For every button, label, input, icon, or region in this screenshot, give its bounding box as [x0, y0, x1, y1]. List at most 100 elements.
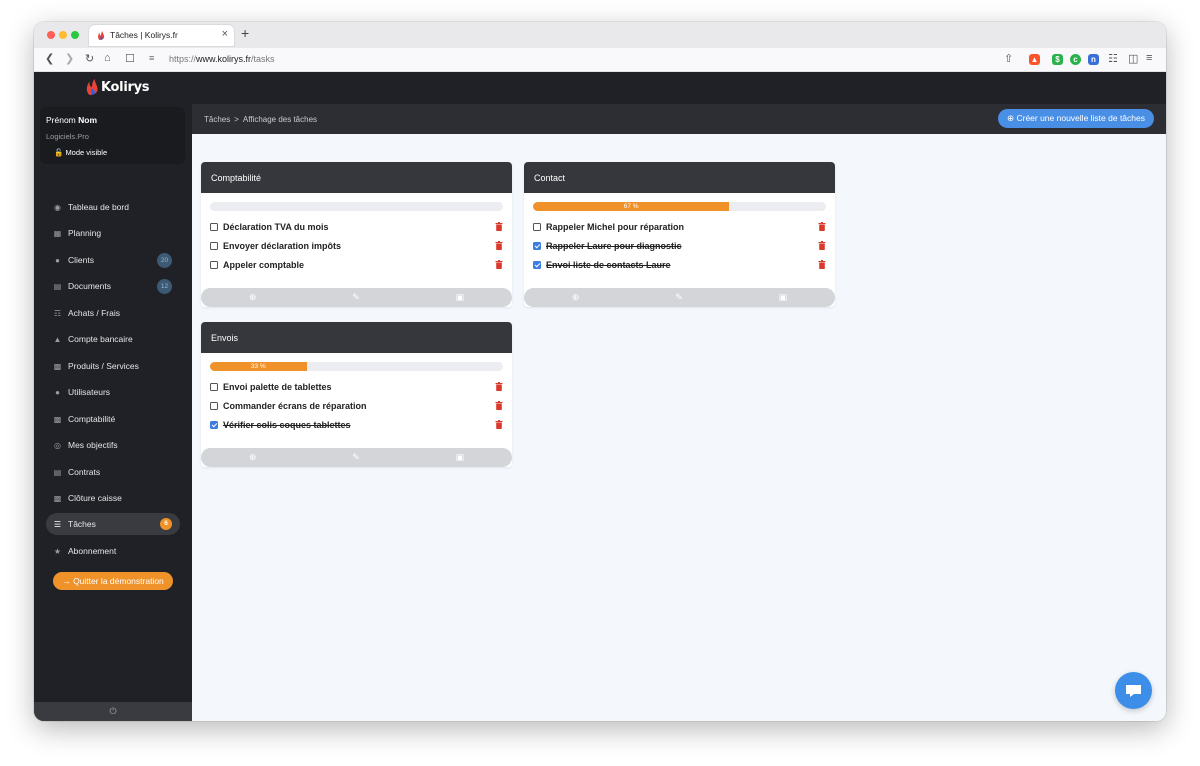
clients-count-badge: 20 [157, 252, 172, 268]
profile-company: Logiciels.Pro [46, 132, 89, 141]
edit-list-icon[interactable]: ✎ [352, 292, 360, 303]
task-checkbox[interactable] [533, 223, 541, 231]
add-task-icon[interactable]: ⊕ [572, 292, 580, 303]
delete-list-icon[interactable]: ▣ [456, 452, 465, 463]
sidebar-item-users[interactable]: ● Utilisateurs [46, 381, 180, 403]
task-checkbox[interactable] [210, 242, 218, 250]
add-task-icon[interactable]: ⊕ [249, 292, 257, 303]
close-window-button[interactable] [47, 31, 55, 39]
breadcrumb: Tâches > Affichage des tâches [204, 115, 317, 124]
trash-icon[interactable] [818, 241, 826, 250]
star-icon: ★ [53, 546, 62, 556]
kolirys-favicon-icon [98, 31, 105, 40]
task-list-progress: 33 % [210, 362, 503, 371]
task-item: Commander écrans de réparation [210, 399, 503, 413]
task-list-title: Comptabilité [201, 162, 512, 193]
task-checkbox[interactable] [210, 402, 218, 410]
task-list-card: Envois 33 % Envoi palette de tablettes C… [201, 322, 512, 467]
task-list-title: Envois [201, 322, 512, 353]
task-checkbox[interactable] [210, 223, 218, 231]
extension-circle-icon[interactable]: c [1070, 54, 1081, 65]
trash-icon[interactable] [818, 222, 826, 231]
delete-list-icon[interactable]: ▣ [456, 292, 465, 303]
sidebar-item-accounting[interactable]: ▩ Comptabilité [46, 408, 180, 430]
edit-list-icon[interactable]: ✎ [675, 292, 683, 303]
site-settings-icon[interactable]: ≡ [149, 53, 154, 63]
reload-icon[interactable]: ↻ [85, 52, 94, 65]
task-list-progress: 67 % [533, 202, 826, 211]
task-list-card: Comptabilité Déclaration TVA du mois Env… [201, 162, 512, 307]
sidebar-item-bank[interactable]: ▲ Compte bancaire [46, 328, 180, 350]
page-header: Tâches > Affichage des tâches ⊕ Créer une … [192, 104, 1166, 134]
extensions-icon[interactable]: ☷ [1108, 52, 1118, 65]
sidebar-toggle-icon[interactable]: ◫ [1128, 52, 1138, 65]
browser-tab[interactable]: Tâches | Kolirys.fr × [89, 25, 234, 46]
new-tab-button[interactable]: + [241, 25, 249, 41]
extension-new-icon[interactable]: n [1088, 54, 1099, 65]
task-checkbox[interactable] [210, 421, 218, 429]
maximize-window-button[interactable] [71, 31, 79, 39]
chat-bubble-icon [1126, 685, 1141, 697]
brave-shield-icon[interactable]: ▲ [1029, 54, 1040, 65]
cash-register-icon: ▩ [53, 493, 62, 503]
sidebar-item-objectives[interactable]: ◎ Mes objectifs [46, 434, 180, 456]
documents-count-badge: 12 [157, 278, 172, 294]
share-icon[interactable]: ⇧ [1004, 52, 1013, 65]
breadcrumb-root[interactable]: Tâches [204, 115, 230, 124]
sidebar-item-cash-closing[interactable]: ▩ Clôture caisse [46, 487, 180, 509]
task-checkbox[interactable] [533, 242, 541, 250]
sidebar-item-achats[interactable]: ☶ Achats / Frais [46, 302, 180, 324]
task-checkbox[interactable] [210, 261, 218, 269]
forward-icon[interactable]: ❯ [65, 52, 74, 65]
address-bar[interactable]: ≡ https://www.kolirys.fr/tasks [146, 51, 976, 69]
trash-icon[interactable] [495, 420, 503, 429]
sidebar-item-tasks[interactable]: ☰ Tâches 6 [46, 513, 180, 535]
back-icon[interactable]: ❮ [45, 52, 54, 65]
task-checkbox[interactable] [533, 261, 541, 269]
sidebar-item-planning[interactable]: ▦ Planning [46, 222, 180, 244]
task-list-actions: ⊕ ✎ ▣ [524, 288, 835, 307]
extension-green-icon[interactable]: $ [1052, 54, 1063, 65]
tab-title: Tâches | Kolirys.fr [110, 30, 178, 40]
target-icon: ◎ [54, 440, 61, 450]
bookmark-icon[interactable]: ☐ [125, 52, 135, 65]
kolirys-logo[interactable]: Kolirys [85, 77, 150, 97]
add-task-icon[interactable]: ⊕ [249, 452, 257, 463]
task-item: Vérifier colis coques tablettes [210, 418, 503, 432]
trash-icon[interactable] [495, 222, 503, 231]
trash-icon[interactable] [495, 260, 503, 269]
delete-list-icon[interactable]: ▣ [779, 292, 788, 303]
calendar-icon: ▦ [53, 228, 62, 238]
tasks-count-badge: 6 [160, 518, 172, 530]
url-text: https://www.kolirys.fr/tasks [169, 54, 275, 64]
home-icon[interactable]: ⌂ [104, 52, 111, 64]
profile-card[interactable]: Prénom Nom Logiciels.Pro 🔓 Mode visible [40, 107, 185, 164]
create-task-list-button[interactable]: ⊕ Créer une nouvelle liste de tâches [997, 109, 1154, 128]
logout-bar[interactable]: ⏻ [34, 702, 192, 721]
edit-list-icon[interactable]: ✎ [352, 452, 360, 463]
sidebar-item-clients[interactable]: ● Clients 20 [46, 249, 180, 271]
sidebar-item-dashboard[interactable]: ◉ Tableau de bord [46, 196, 180, 218]
plus-circle-icon: ⊕ [1006, 113, 1015, 123]
chat-button[interactable] [1115, 672, 1152, 709]
minimize-window-button[interactable] [59, 31, 67, 39]
task-item: Envoi palette de tablettes [210, 380, 503, 394]
sidebar-item-contracts[interactable]: ▤ Contrats [46, 461, 180, 483]
menu-icon[interactable]: ≡ [1146, 52, 1152, 64]
mode-visible-toggle[interactable]: 🔓 Mode visible [54, 148, 107, 157]
close-tab-icon[interactable]: × [222, 28, 228, 40]
main-content: Tâches > Affichage des tâches ⊕ Créer une … [192, 104, 1166, 721]
trash-icon[interactable] [495, 401, 503, 410]
sidebar-item-documents[interactable]: ▤ Documents 12 [46, 275, 180, 297]
trash-icon[interactable] [818, 260, 826, 269]
progress-fill: 33 % [210, 362, 307, 371]
profile-name: Prénom Nom [46, 115, 98, 125]
sidebar-item-products[interactable]: ▩ Produits / Services [46, 355, 180, 377]
quit-demo-button[interactable]: → Quitter la démonstration [53, 572, 173, 590]
task-list-actions: ⊕ ✎ ▣ [201, 448, 512, 467]
trash-icon[interactable] [495, 382, 503, 391]
sidebar-item-subscription[interactable]: ★ Abonnement [46, 540, 180, 562]
sidebar: Prénom Nom Logiciels.Pro 🔓 Mode visible … [34, 104, 192, 721]
trash-icon[interactable] [495, 241, 503, 250]
task-checkbox[interactable] [210, 383, 218, 391]
